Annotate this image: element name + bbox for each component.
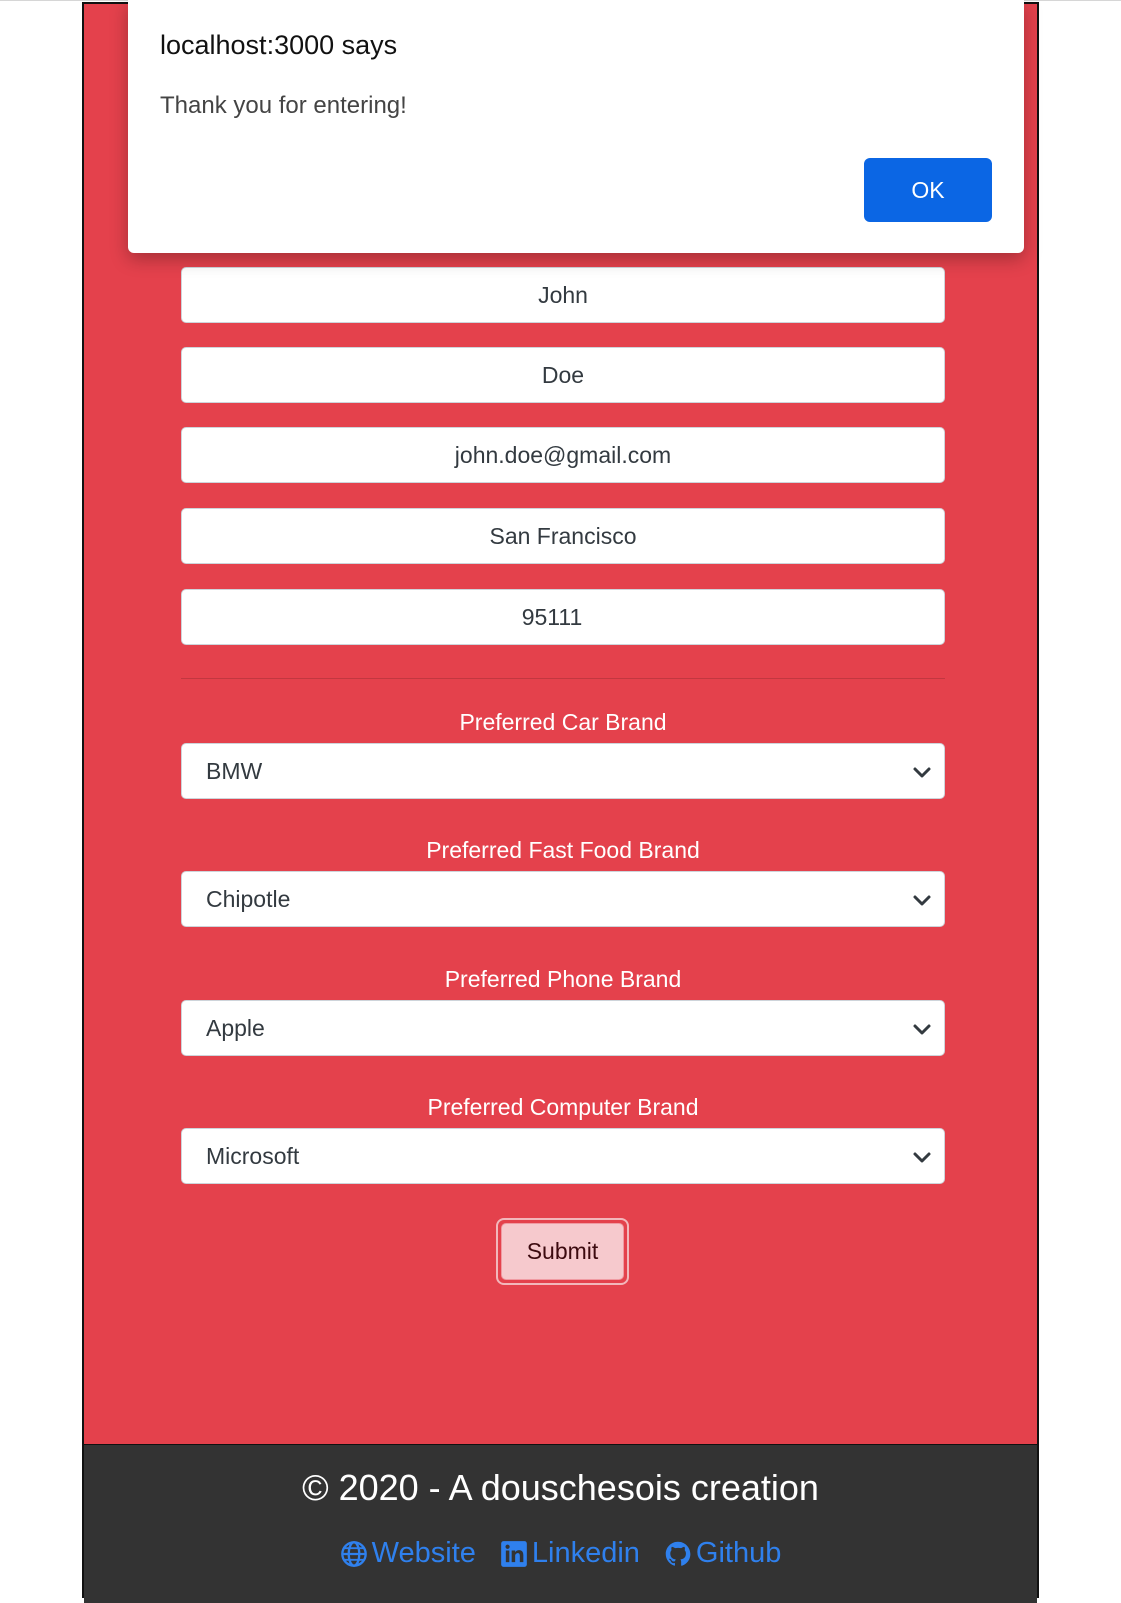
- submit-focus-ring: Submit: [496, 1218, 629, 1285]
- fast-food-brand-select[interactable]: Chipotle: [181, 871, 945, 927]
- chevron-down-icon: [913, 767, 931, 778]
- computer-brand-label: Preferred Computer Brand: [427, 1094, 699, 1120]
- footer: © 2020 - A douschesois creation Website: [84, 1444, 1037, 1603]
- phone-brand-select[interactable]: Apple: [181, 1000, 945, 1056]
- linkedin-link[interactable]: Linkedin: [500, 1537, 640, 1570]
- last-name-field[interactable]: Doe: [181, 347, 945, 403]
- linkedin-link-label: Linkedin: [531, 1537, 640, 1569]
- phone-brand-label: Preferred Phone Brand: [444, 966, 682, 992]
- computer-brand-select[interactable]: Microsoft: [181, 1128, 945, 1184]
- footer-links: Website Linkedin Github: [84, 1537, 1037, 1570]
- github-link-label: Github: [695, 1537, 782, 1569]
- car-brand-label: Preferred Car Brand: [459, 709, 667, 735]
- car-brand-select[interactable]: BMW: [181, 743, 945, 799]
- city-field[interactable]: San Francisco: [181, 508, 945, 564]
- github-link[interactable]: Github: [664, 1537, 781, 1570]
- website-link-label: Website: [371, 1537, 476, 1569]
- globe-icon: [340, 1540, 367, 1567]
- fast-food-brand-label: Preferred Fast Food Brand: [426, 837, 700, 863]
- form-divider: [181, 678, 945, 679]
- chevron-down-icon: [913, 1152, 931, 1163]
- last-name-value: Doe: [541, 361, 585, 388]
- chevron-down-icon: [913, 1024, 931, 1035]
- submit-button[interactable]: Submit: [501, 1223, 624, 1280]
- first-name-value: John: [538, 281, 588, 308]
- chevron-down-icon: [913, 895, 931, 906]
- alert-dialog: localhost:3000 says Thank you for enteri…: [128, 0, 1024, 253]
- footer-copyright: © 2020 - A douschesois creation: [302, 1467, 819, 1508]
- email-field[interactable]: john.doe@gmail.com: [181, 427, 945, 483]
- linkedin-icon: [501, 1540, 527, 1567]
- email-value: john.doe@gmail.com: [454, 441, 672, 468]
- github-icon: [665, 1541, 691, 1566]
- car-brand-value: BMW: [206, 757, 263, 784]
- computer-brand-value: Microsoft: [206, 1142, 300, 1169]
- website-link[interactable]: Website: [340, 1537, 476, 1570]
- dialog-title: localhost:3000 says: [160, 30, 398, 60]
- dialog-message: Thank you for entering!: [160, 92, 407, 119]
- fast-food-brand-value: Chipotle: [206, 885, 291, 912]
- first-name-field[interactable]: John: [181, 267, 945, 323]
- zip-value: 95111: [521, 603, 583, 630]
- city-value: San Francisco: [489, 522, 637, 549]
- ok-button[interactable]: OK: [864, 158, 992, 222]
- phone-brand-value: Apple: [206, 1014, 265, 1041]
- zip-field[interactable]: 95111: [181, 589, 945, 645]
